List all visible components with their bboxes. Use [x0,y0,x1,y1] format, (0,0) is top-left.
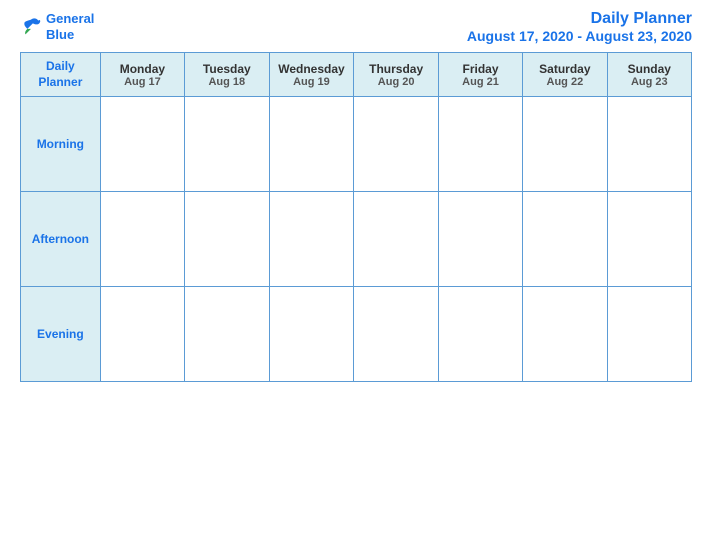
col-saturday: Saturday Aug 22 [523,53,608,97]
evening-sunday[interactable] [607,287,691,382]
morning-thursday[interactable] [354,97,439,192]
planner-table: Daily Planner Monday Aug 17 Tuesday Aug … [20,52,692,382]
evening-saturday[interactable] [523,287,608,382]
afternoon-saturday[interactable] [523,192,608,287]
logo-text: GeneralBlue [46,11,94,42]
evening-friday[interactable] [438,287,522,382]
col-monday: Monday Aug 17 [100,53,184,97]
col-thursday: Thursday Aug 20 [354,53,439,97]
morning-monday[interactable] [100,97,184,192]
label-header: Daily Planner [21,53,101,97]
label-row2: Planner [38,75,82,89]
afternoon-sunday[interactable] [607,192,691,287]
logo-bird-icon [20,16,42,38]
date-range: August 17, 2020 - August 23, 2020 [467,28,692,44]
row-afternoon: Afternoon [21,192,692,287]
morning-tuesday[interactable] [185,97,269,192]
col-friday: Friday Aug 21 [438,53,522,97]
header-row: Daily Planner Monday Aug 17 Tuesday Aug … [21,53,692,97]
morning-wednesday[interactable] [269,97,354,192]
morning-sunday[interactable] [607,97,691,192]
logo: GeneralBlue [20,11,94,42]
planner-title: Daily Planner [467,10,692,28]
row-morning: Morning [21,97,692,192]
afternoon-tuesday[interactable] [185,192,269,287]
afternoon-wednesday[interactable] [269,192,354,287]
morning-label: Morning [21,97,101,192]
morning-friday[interactable] [438,97,522,192]
morning-saturday[interactable] [523,97,608,192]
evening-label: Evening [21,287,101,382]
afternoon-label: Afternoon [21,192,101,287]
title-block: Daily Planner August 17, 2020 - August 2… [467,10,692,44]
afternoon-friday[interactable] [438,192,522,287]
col-wednesday: Wednesday Aug 19 [269,53,354,97]
evening-thursday[interactable] [354,287,439,382]
col-tuesday: Tuesday Aug 18 [185,53,269,97]
page-header: GeneralBlue Daily Planner August 17, 202… [20,10,692,44]
label-row1: Daily [46,59,75,73]
row-evening: Evening [21,287,692,382]
col-sunday: Sunday Aug 23 [607,53,691,97]
afternoon-thursday[interactable] [354,192,439,287]
afternoon-monday[interactable] [100,192,184,287]
evening-monday[interactable] [100,287,184,382]
evening-wednesday[interactable] [269,287,354,382]
evening-tuesday[interactable] [185,287,269,382]
